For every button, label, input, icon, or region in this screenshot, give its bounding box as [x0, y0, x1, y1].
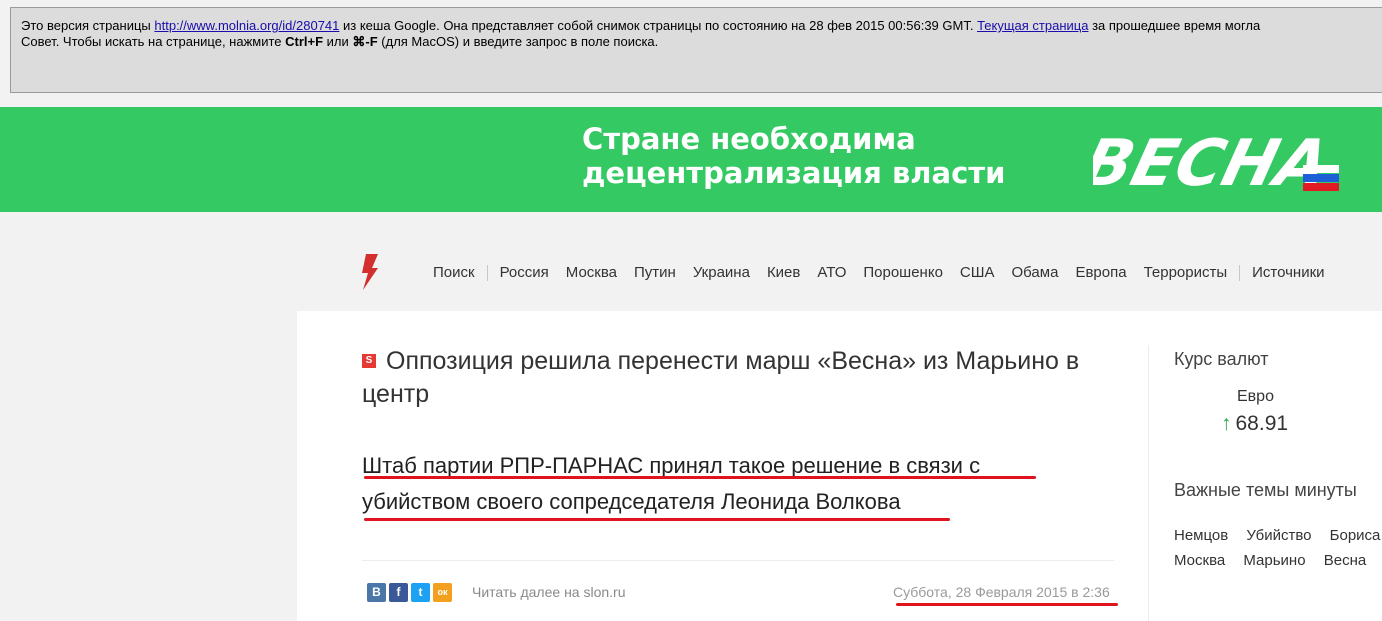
red-underline-mark: [364, 518, 950, 521]
banner-slogan: Стране необходима децентрализация власти: [582, 122, 1005, 190]
nav-item-moscow[interactable]: Москва: [566, 264, 617, 281]
tip-text: (для MacOS) и введите запрос в поле поис…: [377, 34, 659, 49]
source-icon: S: [362, 354, 376, 368]
topic-link[interactable]: Немцов: [1174, 527, 1228, 544]
currency-value: 68.91: [1235, 412, 1289, 435]
topic-link[interactable]: Москва: [1174, 552, 1225, 569]
ad-banner[interactable]: Стране необходима децентрализация власти…: [0, 107, 1382, 212]
divider: [362, 560, 1114, 561]
tip-key: ⌘-F: [352, 34, 378, 49]
nav-separator: [1239, 264, 1241, 281]
cache-text: за прошедшее время могла: [1088, 18, 1261, 33]
odnoklassniki-share-icon[interactable]: ок: [433, 583, 452, 602]
lightning-logo-icon[interactable]: [360, 254, 380, 290]
content-panel: S Оппозиция решила перенести марш «Весна»…: [297, 311, 1382, 621]
main-nav: Поиск Россия Москва Путин Украина Киев А…: [433, 264, 1342, 281]
currency-name: Евро: [1237, 388, 1274, 405]
cache-notice-line: Это версия страницы http://www.molnia.or…: [21, 18, 1372, 34]
article-header: S Оппозиция решила перенести марш «Весна»…: [362, 345, 1117, 411]
nav-item-sources[interactable]: Источники: [1252, 264, 1324, 281]
tip-text: или: [323, 34, 353, 49]
current-page-link[interactable]: Текущая страница: [977, 18, 1088, 33]
topics-list: Немцов Убийство Бориса Москва Марьино Ве…: [1174, 523, 1382, 573]
logo-text: ВЕСНА: [1093, 127, 1336, 201]
cache-tip-line: Совет. Чтобы искать на странице, нажмите…: [21, 34, 1372, 50]
topics-row: Немцов Убийство Бориса: [1174, 523, 1382, 548]
tip-key: Ctrl+F: [285, 34, 324, 49]
nav-item-obama[interactable]: Обама: [1012, 264, 1059, 281]
cache-notice-bar: Это версия страницы http://www.molnia.or…: [10, 7, 1382, 93]
vesna-logo: ВЕСНА: [1093, 127, 1339, 201]
cache-text: Это версия страницы: [21, 18, 155, 33]
nav-item-ato[interactable]: АТО: [817, 264, 846, 281]
facebook-share-icon[interactable]: f: [389, 583, 408, 602]
nav-item-poroshenko[interactable]: Порошенко: [863, 264, 943, 281]
currency-rate: ↑ 68.91: [1221, 412, 1382, 436]
article-lead: Штаб партии РПР-ПАРНАС принял такое реше…: [362, 453, 981, 514]
twitter-share-icon[interactable]: t: [411, 583, 430, 602]
nav-item-kiev[interactable]: Киев: [767, 264, 800, 281]
topic-link[interactable]: Убийство: [1246, 527, 1311, 544]
banner-line: Стране необходима: [582, 122, 916, 156]
cached-url-link[interactable]: http://www.molnia.org/id/280741: [154, 18, 339, 33]
currency-title: Курс валют: [1174, 349, 1269, 369]
nav-item-ukraine[interactable]: Украина: [693, 264, 750, 281]
arrow-up-icon: ↑: [1221, 412, 1232, 435]
read-more-link[interactable]: Читать далее на slon.ru: [472, 584, 626, 600]
share-buttons: В f t ок: [367, 583, 452, 602]
nav-item-terrorists[interactable]: Террористы: [1144, 264, 1228, 281]
cache-text: из кеша Google. Она представляет собой с…: [339, 18, 978, 33]
topic-link[interactable]: Весна: [1324, 552, 1366, 569]
nav-item-europe[interactable]: Европа: [1075, 264, 1126, 281]
tip-text: Совет. Чтобы искать на странице, нажмите: [21, 34, 286, 49]
sidebar: Курс валют Евро ↑ 68.91 Важные темы минут…: [1148, 345, 1382, 621]
vk-share-icon[interactable]: В: [367, 583, 386, 602]
nav-item-putin[interactable]: Путин: [634, 264, 676, 281]
article-date: Суббота, 28 Февраля 2015 в 2:36: [893, 584, 1110, 600]
topic-link[interactable]: Марьино: [1243, 552, 1305, 569]
topics-title: Важные темы минуты: [1174, 480, 1357, 500]
nav-item-russia[interactable]: Россия: [500, 264, 549, 281]
red-underline-mark: [364, 476, 1036, 479]
nav-separator: [486, 264, 488, 281]
topic-link[interactable]: Бориса: [1330, 527, 1381, 544]
article-headline[interactable]: S Оппозиция решила перенести марш «Весна»…: [362, 345, 1117, 411]
red-underline-mark: [896, 603, 1118, 606]
nav-item-search[interactable]: Поиск: [433, 264, 475, 281]
nav-item-usa[interactable]: США: [960, 264, 995, 281]
topics-row: Москва Марьино Весна: [1174, 548, 1382, 573]
site-header: Поиск Россия Москва Путин Украина Киев А…: [0, 212, 1382, 311]
headline-text[interactable]: Оппозиция решила перенести марш «Весна» …: [362, 347, 1079, 408]
banner-line: децентрализация власти: [582, 156, 1006, 190]
